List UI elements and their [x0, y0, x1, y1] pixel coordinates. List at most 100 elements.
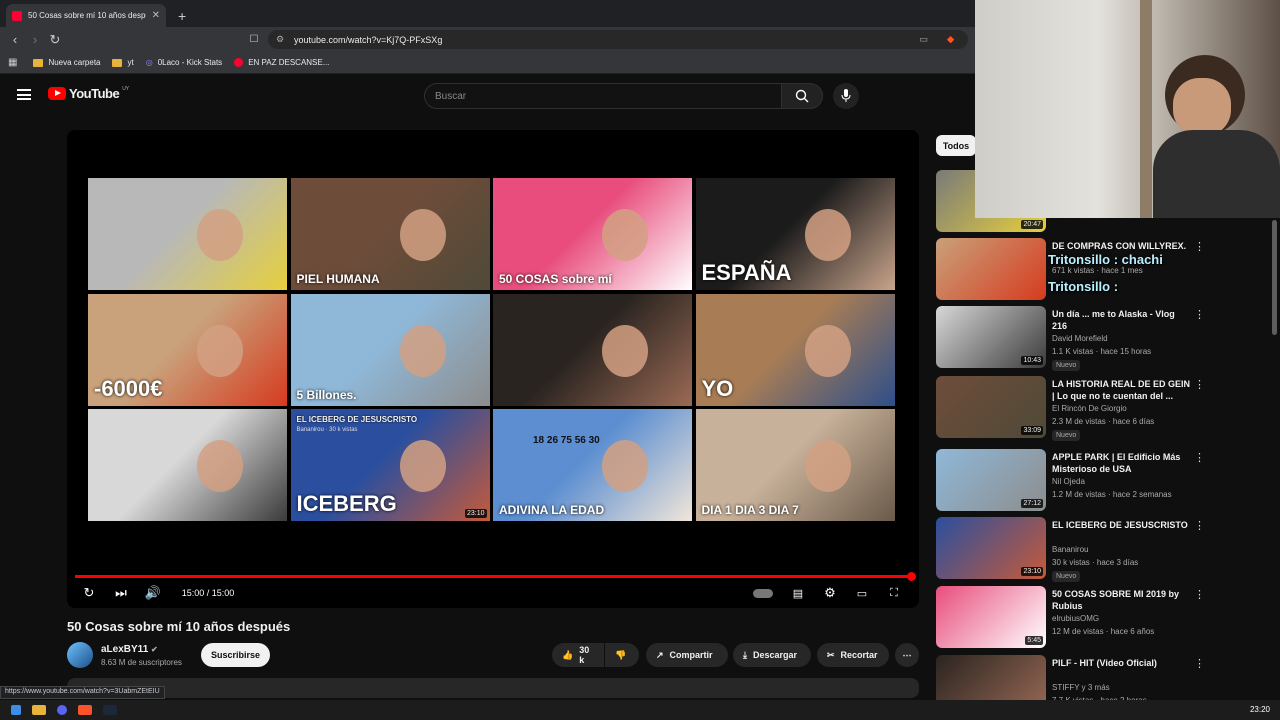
- more-options-icon[interactable]: ⋮: [1194, 588, 1205, 601]
- bookmark-nueva-carpeta[interactable]: Nueva carpeta: [33, 58, 100, 67]
- recommendation-item[interactable]: 10:43 Un día ... me to Alaska - Vlog 216 D…: [936, 306, 1276, 372]
- channel-name[interactable]: aLexBY11 ✔: [101, 644, 158, 655]
- recommendation-title[interactable]: APPLE PARK | El Edificio Más Misterioso …: [1052, 451, 1192, 475]
- close-tab-icon[interactable]: ✕: [152, 10, 160, 21]
- video-player[interactable]: PIEL HUMANA 50 COSAS sobre mí ESPAÑA -6000€…: [67, 130, 919, 608]
- settings-gear-icon[interactable]: ⚙: [821, 585, 839, 601]
- recommendation-channel[interactable]: David Morefield: [1052, 334, 1108, 343]
- steam-icon[interactable]: [103, 705, 117, 715]
- endscreen-video-11[interactable]: ADIVINA LA EDAD 18 26 75 56 30: [493, 409, 692, 521]
- more-options-icon[interactable]: ⋮: [1194, 451, 1205, 464]
- download-button[interactable]: ⤓ Descargar: [733, 643, 811, 667]
- subscribe-button[interactable]: Suscribirse: [201, 643, 270, 667]
- more-actions-button[interactable]: ⋯: [895, 643, 919, 667]
- recommendation-channel[interactable]: El Rincón De Giorgio: [1052, 404, 1127, 413]
- recommendation-channel[interactable]: STIFFY y 3 más: [1052, 683, 1110, 692]
- more-options-icon[interactable]: ⋮: [1194, 657, 1205, 670]
- filter-chip-todos[interactable]: Todos: [936, 135, 976, 156]
- new-tab-icon[interactable]: +: [178, 8, 186, 24]
- more-options-icon[interactable]: ⋮: [1194, 519, 1205, 532]
- endscreen-video-12[interactable]: DIA 1 DIA 3 DIA 7: [695, 409, 895, 521]
- bookmark-kick-stats[interactable]: ◎ 0Laco - Kick Stats: [146, 58, 222, 67]
- recommendation-title[interactable]: PILF - HIT (Video Oficial): [1052, 657, 1192, 669]
- recommendation-thumbnail[interactable]: 10:43: [936, 306, 1046, 368]
- bookmark-icon[interactable]: ☐: [244, 34, 264, 45]
- like-button[interactable]: 👍 30 k: [552, 643, 604, 667]
- recommendation-item[interactable]: 23:10 EL ICEBERG DE JESUSCRISTO Bananirou 3…: [936, 517, 1276, 583]
- dislike-button[interactable]: 👎: [605, 643, 639, 667]
- recommendation-thumbnail[interactable]: 27:12: [936, 449, 1046, 511]
- description-box[interactable]: [67, 678, 919, 698]
- start-icon[interactable]: [11, 705, 21, 715]
- volume-icon[interactable]: 🔊: [145, 585, 161, 601]
- clip-button[interactable]: ✂ Recortar: [817, 643, 889, 667]
- recommendation-channel[interactable]: elrubiusOMG: [1052, 614, 1099, 623]
- share-icon: ↗: [656, 649, 664, 660]
- forward-icon[interactable]: ›: [25, 32, 45, 47]
- recommendation-channel[interactable]: Nil Ojeda: [1052, 477, 1085, 486]
- browser-tab[interactable]: 50 Cosas sobre mí 10 años despu ✕: [6, 4, 166, 27]
- share-button[interactable]: ↗ Compartir: [646, 643, 728, 667]
- recommendation-item[interactable]: 5:45 50 COSAS SOBRE MI 2019 by Rubius elru…: [936, 586, 1276, 652]
- more-options-icon[interactable]: ⋮: [1194, 378, 1205, 391]
- endscreen-video-1[interactable]: [88, 178, 287, 290]
- more-options-icon[interactable]: ⋮: [1194, 308, 1205, 321]
- recommendation-title[interactable]: LA HISTORIA REAL DE ED GEIN | Lo que no …: [1052, 378, 1192, 402]
- recommendation-item[interactable]: 27:12 APPLE PARK | El Edificio Más Mister…: [936, 449, 1276, 515]
- search-input[interactable]: Buscar: [424, 83, 782, 109]
- recommendation-thumbnail[interactable]: [936, 238, 1046, 300]
- endscreen-video-9[interactable]: [88, 409, 287, 521]
- reload-icon[interactable]: ↻: [45, 32, 65, 48]
- endscreen-video-2[interactable]: PIEL HUMANA: [290, 178, 490, 290]
- channel-avatar[interactable]: [67, 642, 93, 668]
- address-bar[interactable]: ⚙ youtube.com/watch?v=Kj7Q-PFxSXg ▭ ◆: [268, 30, 968, 49]
- person-silhouette: [804, 440, 851, 493]
- recommendation-thumbnail[interactable]: 23:10: [936, 517, 1046, 579]
- endscreen-video-3[interactable]: 50 COSAS sobre mí: [493, 178, 692, 290]
- endscreen-video-5[interactable]: -6000€: [88, 293, 287, 406]
- endscreen-video-4[interactable]: ESPAÑA: [695, 178, 895, 290]
- fullscreen-icon[interactable]: ⛶: [885, 585, 903, 601]
- recommendation-thumbnail[interactable]: 33:09: [936, 376, 1046, 438]
- explorer-icon[interactable]: [32, 705, 46, 715]
- autoplay-toggle[interactable]: [751, 585, 775, 601]
- sidebar-scrollbar[interactable]: [1272, 220, 1277, 335]
- progress-bar[interactable]: [75, 572, 916, 581]
- endscreen-video-7[interactable]: [493, 293, 692, 406]
- recommendation-item[interactable]: 33:09 LA HISTORIA REAL DE ED GEIN | Lo qu…: [936, 376, 1276, 442]
- next-icon[interactable]: ⏭: [113, 585, 129, 601]
- recommendation-channel[interactable]: Bananirou: [1052, 545, 1088, 554]
- bookmark-en-paz[interactable]: EN PAZ DESCANSE...: [234, 58, 329, 67]
- hamburger-menu-icon[interactable]: [17, 89, 31, 100]
- youtube-header: YouTube UY Buscar: [0, 75, 975, 117]
- back-icon[interactable]: ‹: [5, 32, 25, 47]
- subtitles-icon[interactable]: ▤: [789, 585, 807, 601]
- thumbs-up-icon: 👍: [562, 649, 574, 660]
- screen: 50 Cosas sobre mí 10 años despu ✕ + ‹ › …: [0, 0, 1280, 720]
- replay-icon[interactable]: ↻: [81, 585, 97, 601]
- endscreen-video-6[interactable]: 5 Billones.: [290, 293, 490, 406]
- recommendation-thumbnail[interactable]: 5:45: [936, 586, 1046, 648]
- person-silhouette: [197, 324, 244, 377]
- endscreen-video-10[interactable]: ICEBERG EL ICEBERG DE JESUSCRISTO Bananiro…: [290, 409, 490, 521]
- apps-grid-icon[interactable]: ▦: [8, 57, 17, 68]
- theater-mode-icon[interactable]: ▭: [853, 585, 871, 601]
- more-options-icon[interactable]: ⋮: [1194, 240, 1205, 253]
- search-button[interactable]: [781, 83, 823, 109]
- recommendation-title[interactable]: EL ICEBERG DE JESUSCRISTO: [1052, 519, 1192, 531]
- brave-icon[interactable]: [78, 705, 92, 715]
- progress-knob[interactable]: [907, 572, 916, 581]
- brave-shield-icon[interactable]: ◆: [947, 34, 954, 45]
- endscreen-video-8[interactable]: YO: [695, 293, 895, 406]
- endscreen-grid: PIEL HUMANA 50 COSAS sobre mí ESPAÑA -6000€…: [88, 178, 898, 521]
- discord-icon[interactable]: [57, 705, 67, 715]
- recommendation-title[interactable]: 50 COSAS SOBRE MI 2019 by Rubius: [1052, 588, 1192, 612]
- cast-icon[interactable]: ▭: [919, 34, 928, 45]
- youtube-logo[interactable]: YouTube UY: [48, 86, 129, 101]
- recommendation-title[interactable]: Un día ... me to Alaska - Vlog 216: [1052, 308, 1192, 332]
- site-info-icon[interactable]: ⚙: [276, 34, 284, 45]
- recommendation-item[interactable]: DE COMPRAS CON WILLYREX. 671 k vistas · h…: [936, 238, 1276, 304]
- bookmark-yt[interactable]: yt: [112, 58, 134, 67]
- voice-search-button[interactable]: [833, 83, 859, 109]
- recommendation-title[interactable]: DE COMPRAS CON WILLYREX.: [1052, 240, 1192, 252]
